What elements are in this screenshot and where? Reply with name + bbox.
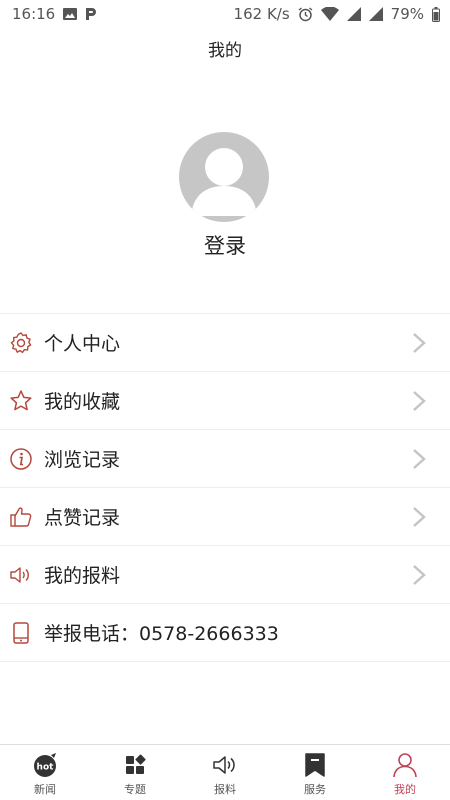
network-speed: 162 K/s: [233, 5, 290, 23]
menu-list: 个人中心 我的收藏 浏览记录 点赞记录 我的报料 举报电话：0578-26663…: [0, 313, 450, 662]
person-icon: [392, 752, 418, 778]
battery-icon: [432, 6, 440, 22]
chevron-right-icon: [413, 564, 426, 585]
tab-topics[interactable]: 专题: [90, 745, 180, 800]
menu-item-label: 点赞记录: [44, 507, 121, 529]
tab-services[interactable]: 服务: [270, 745, 360, 800]
nav-label: 报料: [214, 783, 236, 796]
tab-news[interactable]: hot 新闻: [0, 745, 90, 800]
page-title: 我的: [208, 41, 242, 61]
menu-item-my-reports[interactable]: 我的报料: [0, 546, 450, 604]
nav-label: 我的: [394, 783, 416, 796]
menu-item-label: 浏览记录: [44, 449, 121, 471]
status-time: 16:16: [12, 5, 56, 23]
bookmark-icon: [302, 752, 328, 778]
chevron-right-icon: [413, 332, 426, 353]
nav-label: 专题: [124, 783, 146, 796]
svg-text:hot: hot: [37, 763, 55, 773]
speaker-icon: [9, 563, 33, 587]
nav-label: 新闻: [34, 783, 56, 796]
avatar[interactable]: [179, 132, 269, 222]
tab-report[interactable]: 报料: [180, 745, 270, 800]
hot-icon: hot: [32, 752, 58, 778]
signal-icon-2: [368, 7, 383, 21]
battery-percent: 79%: [390, 5, 424, 23]
menu-item-personal-center[interactable]: 个人中心: [0, 314, 450, 372]
alarm-icon: [298, 6, 313, 22]
wifi-icon: [320, 7, 339, 21]
menu-item-hotline[interactable]: 举报电话：0578-2666333: [0, 604, 450, 662]
menu-item-label: 个人中心: [44, 333, 121, 355]
person-icon: [191, 148, 257, 216]
star-icon: [9, 389, 33, 413]
signal-icon: [346, 7, 361, 21]
image-icon: [63, 8, 78, 20]
status-bar: 16:16 162 K/s 79%: [0, 0, 450, 28]
thumbs-up-icon: [9, 505, 33, 529]
menu-item-likes[interactable]: 点赞记录: [0, 488, 450, 546]
chevron-right-icon: [413, 448, 426, 469]
info-icon: [9, 447, 33, 471]
chevron-right-icon: [413, 390, 426, 411]
menu-item-label: 我的报料: [44, 565, 121, 587]
tab-mine[interactable]: 我的: [360, 745, 450, 800]
parking-app-icon: [85, 7, 97, 21]
login-button[interactable]: 登录: [0, 230, 450, 260]
menu-item-history[interactable]: 浏览记录: [0, 430, 450, 488]
grid-icon: [122, 752, 148, 778]
hotline-label: 举报电话：0578-2666333: [44, 623, 279, 645]
chevron-right-icon: [413, 506, 426, 527]
menu-item-label: 我的收藏: [44, 391, 121, 413]
gear-icon: [9, 331, 33, 355]
bottom-nav: hot 新闻 专题 报料 服务 我的: [0, 744, 450, 800]
speaker-icon: [212, 752, 238, 778]
nav-label: 服务: [304, 783, 326, 796]
phone-icon: [9, 621, 33, 645]
menu-item-favorites[interactable]: 我的收藏: [0, 372, 450, 430]
